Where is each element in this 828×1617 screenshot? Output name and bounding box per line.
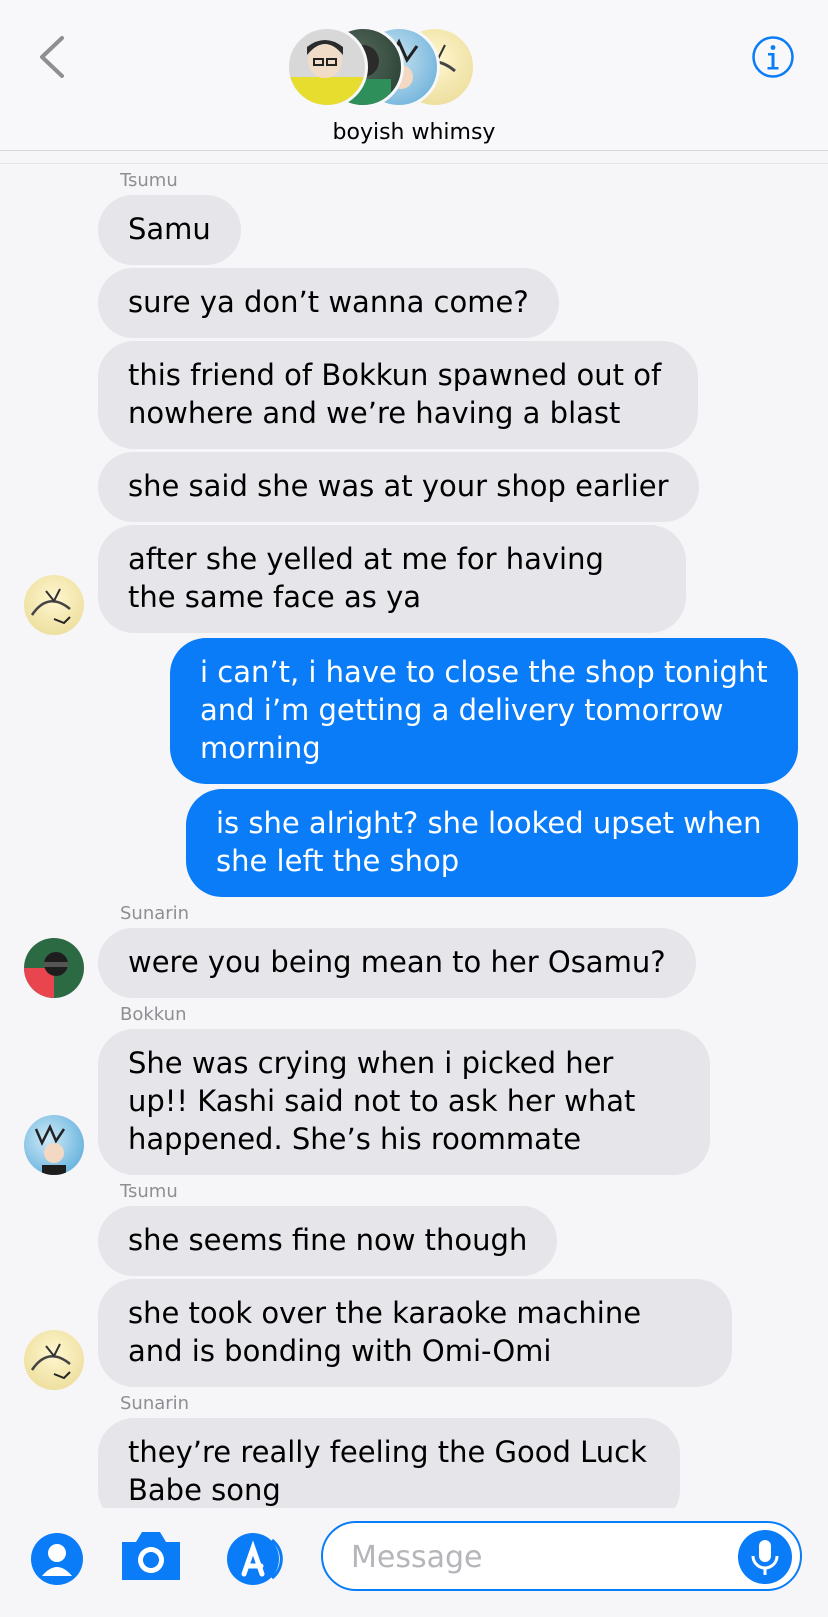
- microphone-icon: [738, 1530, 792, 1584]
- message-field[interactable]: [321, 1521, 802, 1591]
- bokkun-avatar[interactable]: [24, 1115, 84, 1175]
- sender-label: Tsumu: [120, 1181, 178, 1202]
- app-store-button[interactable]: [222, 1532, 288, 1590]
- info-button[interactable]: [751, 35, 795, 79]
- message-bubble-incoming[interactable]: She was crying when i picked her up!! Ka…: [98, 1029, 710, 1175]
- sender-label: Bokkun: [120, 1004, 187, 1025]
- divider: [0, 163, 828, 164]
- message-bubble-incoming[interactable]: after she yelled at me for having the sa…: [98, 525, 686, 633]
- tsumu-avatar[interactable]: [24, 1330, 84, 1390]
- sender-label: Sunarin: [120, 1393, 190, 1414]
- message-bubble-outgoing[interactable]: is she alright? she looked upset when sh…: [186, 789, 798, 897]
- message-bubble-incoming[interactable]: she said she was at your shop earlier: [98, 452, 699, 522]
- app-store-icon: [227, 1533, 283, 1585]
- message-bubble-incoming[interactable]: she took over the karaoke machine and is…: [98, 1279, 732, 1387]
- group-avatar-stack[interactable]: [286, 22, 486, 112]
- info-icon: [752, 36, 794, 78]
- group-name[interactable]: boyish whimsy: [0, 120, 828, 145]
- back-button[interactable]: [30, 30, 74, 84]
- message-bubble-incoming[interactable]: were you being mean to her Osamu?: [98, 928, 696, 998]
- microphone-button[interactable]: [738, 1530, 792, 1584]
- member-avatar: [286, 26, 368, 108]
- message-bubble-outgoing[interactable]: i can’t, i have to close the shop tonigh…: [170, 638, 798, 784]
- camera-icon: [122, 1532, 180, 1580]
- message-input[interactable]: [349, 1533, 713, 1581]
- tsumu-avatar[interactable]: [24, 575, 84, 635]
- conversation-header: boyish whimsy: [0, 0, 828, 151]
- contact-button[interactable]: [30, 1532, 84, 1590]
- camera-button[interactable]: [118, 1526, 184, 1588]
- sender-label: Sunarin: [120, 903, 190, 924]
- back-chevron-icon: [40, 36, 64, 78]
- sender-label: Tsumu: [120, 170, 178, 191]
- message-bubble-incoming[interactable]: Samu: [98, 195, 241, 265]
- contact-icon: [31, 1533, 83, 1585]
- message-bubble-incoming[interactable]: sure ya don’t wanna come?: [98, 268, 559, 338]
- sunarin-avatar[interactable]: [24, 938, 84, 998]
- message-bubble-incoming[interactable]: she seems fine now though: [98, 1206, 558, 1276]
- message-bubble-incoming[interactable]: this friend of Bokkun spawned out of now…: [98, 341, 698, 449]
